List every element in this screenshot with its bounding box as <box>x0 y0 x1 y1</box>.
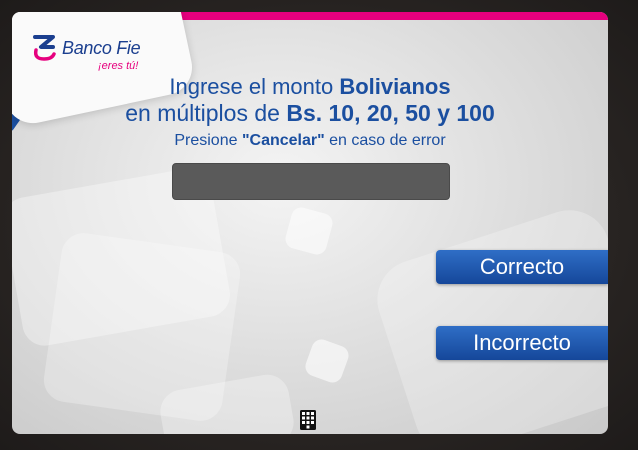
instruction-line-2-emphasis: Bs. 10, 20, 50 y 100 <box>286 100 495 126</box>
decor-shape <box>366 199 608 434</box>
accent-bar <box>180 12 608 20</box>
banco-fie-logo-icon <box>33 35 56 61</box>
incorrect-button[interactable]: Incorrecto <box>436 326 608 360</box>
instruction-line-3: Presione "Cancelar" en caso de error <box>12 132 608 150</box>
instruction-line-3-suffix: en caso de error <box>324 132 446 149</box>
instruction-line-3-prefix: Presione <box>174 132 242 149</box>
decor-shape <box>283 205 335 257</box>
instruction-line-1: Ingrese el monto Bolivianos <box>12 74 608 100</box>
brand-tagline: ¡eres tú! <box>98 60 139 72</box>
decor-shape <box>302 336 352 386</box>
instruction-line-1-text: Ingrese el monto <box>169 74 340 99</box>
atm-screen: Banco Fie ¡eres tú! Ingrese el monto Bol… <box>12 12 608 434</box>
keypad-icon <box>300 410 316 430</box>
brand-name: Banco Fie <box>62 38 141 58</box>
amount-input[interactable] <box>172 163 450 200</box>
instruction-line-3-emphasis: "Cancelar" <box>241 132 325 149</box>
correct-button[interactable]: Correcto <box>436 250 608 284</box>
instruction-line-2: en múltiplos de Bs. 10, 20, 50 y 100 <box>12 100 608 127</box>
instruction-line-2-text: en múltiplos de <box>125 100 287 126</box>
instruction-line-1-emphasis: Bolivianos <box>339 74 451 99</box>
